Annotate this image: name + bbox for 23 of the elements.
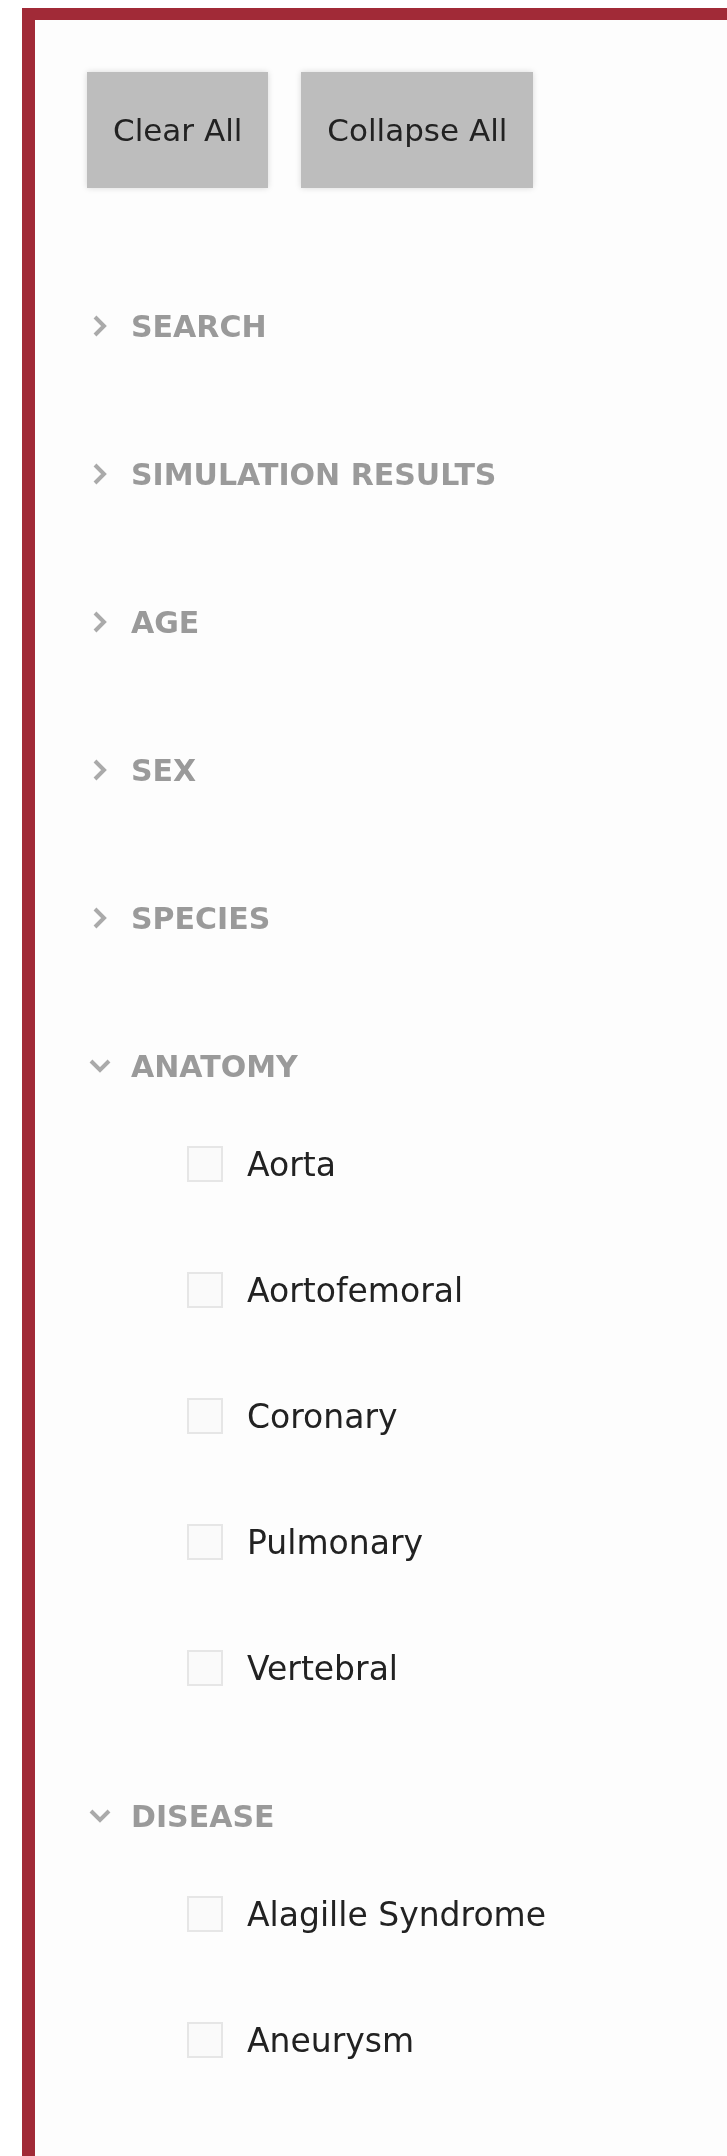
section-header[interactable]: SPECIES bbox=[87, 898, 727, 938]
section-header[interactable]: SEX bbox=[87, 750, 727, 790]
checkbox-label: Coronary bbox=[247, 1396, 398, 1436]
checkbox-label: Pulmonary bbox=[247, 1522, 423, 1562]
checkbox-label: Aortofemoral bbox=[247, 1270, 464, 1310]
section-header[interactable]: SIMULATION RESULTS bbox=[87, 454, 727, 494]
checkbox-label: Vertebral bbox=[247, 1648, 399, 1688]
collapse-all-button[interactable]: Collapse All bbox=[301, 72, 534, 188]
section-header[interactable]: AGE bbox=[87, 602, 727, 642]
section-header[interactable]: DISEASE bbox=[87, 1796, 727, 1836]
section-title: ANATOMY bbox=[131, 1048, 298, 1084]
section-header[interactable]: SEARCH bbox=[87, 306, 727, 346]
clear-all-button[interactable]: Clear All bbox=[87, 72, 269, 188]
section-header[interactable]: ANATOMY bbox=[87, 1046, 727, 1086]
section-title: SEX bbox=[131, 752, 197, 788]
section-title: SIMULATION RESULTS bbox=[131, 456, 497, 492]
checkbox-label: Aneurysm bbox=[247, 2020, 415, 2060]
section-title: SPECIES bbox=[131, 900, 271, 936]
checkbox-label: Alagille Syndrome bbox=[247, 1894, 547, 1934]
section-title: AGE bbox=[131, 604, 200, 640]
section-title: SEARCH bbox=[131, 308, 267, 344]
section-title: DISEASE bbox=[131, 1798, 275, 1834]
checkbox-label: Aorta bbox=[247, 1144, 336, 1184]
